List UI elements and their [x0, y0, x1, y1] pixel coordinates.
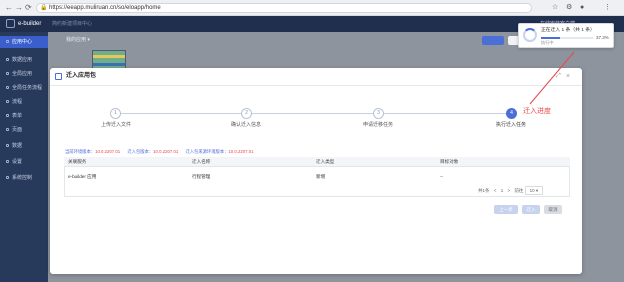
package-icon	[55, 73, 62, 80]
pager-next-icon[interactable]: >	[507, 188, 510, 193]
step-2-label: 确认迁入信息	[231, 122, 262, 128]
env-source-value: 10.0.2207.01	[228, 149, 254, 154]
sidebar-item-system[interactable]: 系统控制	[0, 172, 48, 184]
profile-icon[interactable]: ●	[580, 3, 584, 13]
step-2-circle: 2	[241, 108, 252, 119]
dialog-header	[50, 68, 582, 86]
pager-total: 共1条	[478, 188, 490, 193]
global-icon	[6, 72, 9, 76]
table-cell: --	[440, 174, 444, 179]
pager-prev-icon[interactable]: <	[494, 188, 497, 193]
sidebar: 应用中心 数据应用 全局应用 全局任务流程 流程 表单 页面 数据 设置 系统控…	[0, 32, 48, 282]
cancel-button[interactable]: 取消	[544, 205, 562, 214]
form-icon	[6, 114, 9, 118]
step-3-label: 申请迁移任务	[363, 122, 394, 128]
env-source-key: 迁入包来源环境版本：	[185, 149, 229, 154]
step-4-circle: 4	[506, 108, 517, 119]
close-icon[interactable]: ×	[566, 72, 570, 81]
app-card-thumbnail[interactable]	[92, 50, 126, 70]
env-current-key: 当前环境版本：	[65, 149, 96, 154]
env-info: 当前环境版本：10.0.2207.01 迁入包版本：10.0.2207.01 迁…	[65, 148, 260, 155]
back-icon[interactable]: ←	[5, 3, 13, 13]
sidebar-item-data-app[interactable]: 数据应用	[0, 54, 48, 66]
step-1-label: 上传迁入文件	[101, 122, 132, 128]
sidebar-item-form[interactable]: 表单	[0, 110, 48, 122]
forward-icon[interactable]: →	[15, 3, 23, 13]
page-size-select[interactable]: 10 ▾	[524, 186, 544, 195]
process-icon	[6, 100, 9, 104]
expand-icon[interactable]: ⤢	[556, 72, 561, 81]
sidebar-item-data[interactable]: 数据	[0, 140, 48, 152]
reload-icon[interactable]: ⟳	[25, 3, 32, 13]
sidebar-item-global-flow[interactable]: 全局任务流程	[0, 82, 48, 94]
table-cell: e-builder 应用	[68, 174, 97, 179]
progress-status: 执行中	[541, 40, 554, 45]
progress-title: 正在迁入 1 条（共 1 条）	[541, 28, 595, 33]
app-subtitle: 简约新建项目中心	[52, 21, 93, 27]
column-header: 迁入类型	[316, 159, 335, 164]
sidebar-item-global-app[interactable]: 全局应用	[0, 68, 48, 80]
table-cell: 新增	[316, 174, 326, 179]
column-header: 关联服务	[68, 159, 87, 164]
url-text: https://eeapp.muliruan.cn/so/eloapp/home	[49, 5, 161, 11]
tab-my-apps[interactable]: 我的应用 ▾	[66, 36, 90, 44]
data-icon	[6, 58, 9, 62]
pager-page[interactable]: 1	[501, 188, 504, 193]
step-1-circle: 1	[110, 108, 121, 119]
callout-label: 迁入进度	[523, 108, 551, 115]
step-3-circle: 3	[373, 108, 384, 119]
progress-percent: 37.3%	[596, 35, 609, 40]
menu-icon[interactable]: ⋮	[604, 3, 611, 13]
flow-icon	[6, 86, 9, 90]
database-icon	[6, 144, 9, 148]
star-icon[interactable]: ☆	[552, 3, 558, 13]
sidebar-item-app-center[interactable]: 应用中心	[0, 36, 48, 48]
app-name: e-builder	[18, 21, 42, 27]
pager-jump-label: 前往	[514, 188, 524, 193]
env-current-value: 10.0.2207.01	[95, 149, 121, 154]
step-4-label: 执行迁入任务	[496, 122, 527, 128]
prev-step-button[interactable]: 上一步	[494, 205, 518, 214]
progress-fill	[541, 37, 561, 39]
app-logo-icon[interactable]	[6, 19, 15, 28]
column-header: 目标对象	[440, 159, 459, 164]
lock-icon: 🔒	[40, 5, 48, 11]
loading-spinner-icon	[523, 28, 537, 42]
stepper-line	[115, 113, 513, 114]
address-bar[interactable]: 🔒 https://eeapp.muliruan.cn/so/eloapp/ho…	[36, 3, 532, 13]
create-app-button[interactable]	[482, 36, 504, 45]
table-cell: 行程管理	[192, 174, 211, 179]
app-icon	[6, 40, 9, 44]
page-icon	[6, 128, 9, 132]
dialog-title: 迁入应用包	[66, 73, 97, 79]
import-button[interactable]: 迁入	[522, 205, 540, 214]
env-package-key: 迁入包版本：	[127, 149, 154, 154]
column-header: 迁入名称	[192, 159, 211, 164]
env-package-value: 10.0.2207.01	[153, 149, 179, 154]
system-icon	[6, 176, 9, 180]
thumb-stripe	[93, 55, 125, 58]
gear-icon	[6, 160, 9, 164]
pagination: 共1条 < 1 > 前往 10 ▾	[478, 186, 544, 195]
sidebar-item-settings[interactable]: 设置	[0, 156, 48, 168]
extensions-icon[interactable]: ⚙	[566, 3, 572, 13]
sidebar-item-page[interactable]: 页面	[0, 124, 48, 136]
thumb-stripe	[93, 63, 125, 66]
sidebar-item-process[interactable]: 流程	[0, 96, 48, 108]
